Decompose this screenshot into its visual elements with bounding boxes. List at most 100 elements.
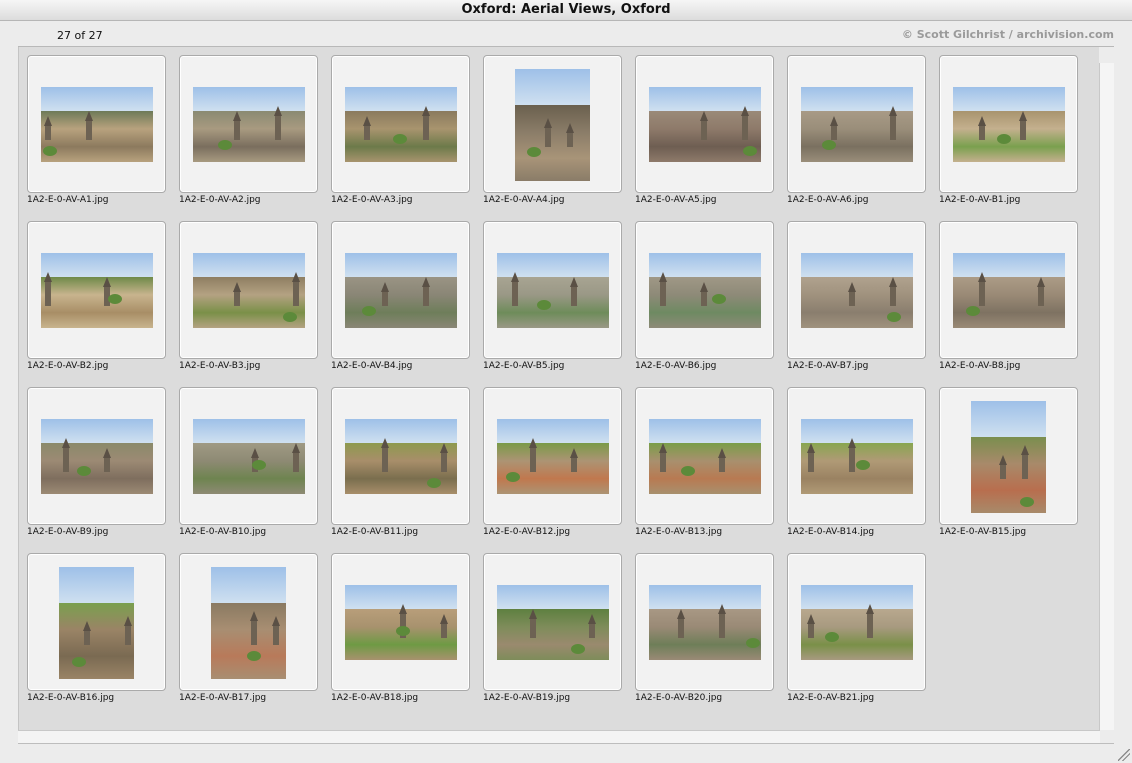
spire-shape <box>529 608 537 638</box>
slide-mount[interactable] <box>27 553 166 691</box>
thumbnail-image[interactable] <box>971 401 1046 513</box>
slide-mount[interactable] <box>787 221 926 359</box>
thumbnail-image[interactable] <box>41 419 153 494</box>
thumbnail-item[interactable]: 1A2-E-0-AV-B14.jpg <box>786 386 938 546</box>
slide-mount[interactable] <box>483 221 622 359</box>
slide-mount[interactable] <box>635 553 774 691</box>
thumbnail-item[interactable]: 1A2-E-0-AV-B7.jpg <box>786 220 938 380</box>
thumbnail-image[interactable] <box>193 253 305 328</box>
thumbnail-image[interactable] <box>497 253 609 328</box>
slide-mount[interactable] <box>331 221 470 359</box>
thumbnail-image[interactable] <box>801 87 913 162</box>
thumbnail-image[interactable] <box>345 253 457 328</box>
tree-shape <box>427 478 441 488</box>
spire-shape <box>422 276 430 306</box>
spire-shape <box>274 105 282 140</box>
thumbnail-image[interactable] <box>801 419 913 494</box>
thumbnail-item[interactable]: 1A2-E-0-AV-B16.jpg <box>26 552 178 712</box>
thumbnail-image[interactable] <box>345 585 457 660</box>
resize-handle-icon[interactable] <box>1118 749 1130 761</box>
thumbnail-image[interactable] <box>801 253 913 328</box>
slide-mount[interactable] <box>331 387 470 525</box>
spire-shape <box>440 613 448 638</box>
slide-mount[interactable] <box>27 221 166 359</box>
thumbnail-item[interactable]: 1A2-E-0-AV-B18.jpg <box>330 552 482 712</box>
thumbnail-image[interactable] <box>41 253 153 328</box>
thumbnail-item[interactable]: 1A2-E-0-AV-B5.jpg <box>482 220 634 380</box>
thumbnail-image[interactable] <box>953 87 1065 162</box>
thumbnail-item[interactable]: 1A2-E-0-AV-B21.jpg <box>786 552 938 712</box>
thumbnail-image[interactable] <box>649 585 761 660</box>
slide-mount[interactable] <box>939 387 1078 525</box>
thumbnail-image[interactable] <box>193 419 305 494</box>
thumbnail-image[interactable] <box>345 419 457 494</box>
spire-shape <box>718 447 726 472</box>
thumbnail-item[interactable]: 1A2-E-0-AV-A4.jpg <box>482 54 634 214</box>
thumbnail-filename: 1A2-E-0-AV-B1.jpg <box>939 195 1021 205</box>
thumbnail-image[interactable] <box>41 87 153 162</box>
horizontal-scrollbar[interactable] <box>18 730 1100 744</box>
thumbnail-image[interactable] <box>497 419 609 494</box>
thumbnail-item[interactable]: 1A2-E-0-AV-A2.jpg <box>178 54 330 214</box>
thumbnail-item[interactable]: 1A2-E-0-AV-B3.jpg <box>178 220 330 380</box>
vertical-scrollbar[interactable] <box>1099 63 1114 730</box>
slide-mount[interactable] <box>331 55 470 193</box>
thumbnail-item[interactable]: 1A2-E-0-AV-B4.jpg <box>330 220 482 380</box>
slide-mount[interactable] <box>483 553 622 691</box>
tree-shape <box>362 306 376 316</box>
thumbnail-image[interactable] <box>515 69 590 181</box>
slide-mount[interactable] <box>179 387 318 525</box>
slide-mount[interactable] <box>635 221 774 359</box>
thumbnail-item[interactable]: 1A2-E-0-AV-A1.jpg <box>26 54 178 214</box>
thumbnail-filename: 1A2-E-0-AV-A2.jpg <box>179 195 261 205</box>
thumbnail-image[interactable] <box>649 87 761 162</box>
thumbnail-image[interactable] <box>649 419 761 494</box>
tree-shape <box>72 657 86 667</box>
tree-shape <box>825 632 839 642</box>
copyright-notice: © Scott Gilchrist / archivision.com <box>901 28 1114 41</box>
thumbnail-item[interactable]: 1A2-E-0-AV-B10.jpg <box>178 386 330 546</box>
slide-mount[interactable] <box>27 55 166 193</box>
thumbnail-image[interactable] <box>953 253 1065 328</box>
slide-mount[interactable] <box>787 387 926 525</box>
thumbnail-item[interactable]: 1A2-E-0-AV-B1.jpg <box>938 54 1090 214</box>
thumbnail-item[interactable]: 1A2-E-0-AV-B13.jpg <box>634 386 786 546</box>
thumbnail-item[interactable]: 1A2-E-0-AV-A3.jpg <box>330 54 482 214</box>
thumbnail-image[interactable] <box>345 87 457 162</box>
slide-mount[interactable] <box>939 55 1078 193</box>
thumbnail-item[interactable]: 1A2-E-0-AV-A5.jpg <box>634 54 786 214</box>
slide-mount[interactable] <box>787 553 926 691</box>
slide-mount[interactable] <box>331 553 470 691</box>
slide-mount[interactable] <box>179 553 318 691</box>
thumbnail-image[interactable] <box>211 567 286 679</box>
thumbnail-filename: 1A2-E-0-AV-B12.jpg <box>483 527 571 537</box>
thumbnail-item[interactable]: 1A2-E-0-AV-A6.jpg <box>786 54 938 214</box>
spire-shape <box>741 105 749 140</box>
slide-mount[interactable] <box>635 55 774 193</box>
thumbnail-filename: 1A2-E-0-AV-A6.jpg <box>787 195 869 205</box>
thumbnail-image[interactable] <box>801 585 913 660</box>
slide-mount[interactable] <box>483 387 622 525</box>
slide-mount[interactable] <box>483 55 622 193</box>
thumbnail-image[interactable] <box>497 585 609 660</box>
slide-mount[interactable] <box>27 387 166 525</box>
thumbnail-item[interactable]: 1A2-E-0-AV-B9.jpg <box>26 386 178 546</box>
thumbnail-item[interactable]: 1A2-E-0-AV-B6.jpg <box>634 220 786 380</box>
thumbnail-image[interactable] <box>649 253 761 328</box>
slide-mount[interactable] <box>787 55 926 193</box>
thumbnail-item[interactable]: 1A2-E-0-AV-B15.jpg <box>938 386 1090 546</box>
thumbnail-image[interactable] <box>59 567 134 679</box>
slide-mount[interactable] <box>635 387 774 525</box>
thumbnail-item[interactable]: 1A2-E-0-AV-B19.jpg <box>482 552 634 712</box>
slide-mount[interactable] <box>179 221 318 359</box>
thumbnail-item[interactable]: 1A2-E-0-AV-B17.jpg <box>178 552 330 712</box>
slide-mount[interactable] <box>179 55 318 193</box>
thumbnail-item[interactable]: 1A2-E-0-AV-B12.jpg <box>482 386 634 546</box>
thumbnail-item[interactable]: 1A2-E-0-AV-B2.jpg <box>26 220 178 380</box>
thumbnail-image[interactable] <box>193 87 305 162</box>
slide-mount[interactable] <box>939 221 1078 359</box>
thumbnail-filename: 1A2-E-0-AV-B15.jpg <box>939 527 1027 537</box>
thumbnail-item[interactable]: 1A2-E-0-AV-B11.jpg <box>330 386 482 546</box>
thumbnail-item[interactable]: 1A2-E-0-AV-B20.jpg <box>634 552 786 712</box>
thumbnail-item[interactable]: 1A2-E-0-AV-B8.jpg <box>938 220 1090 380</box>
